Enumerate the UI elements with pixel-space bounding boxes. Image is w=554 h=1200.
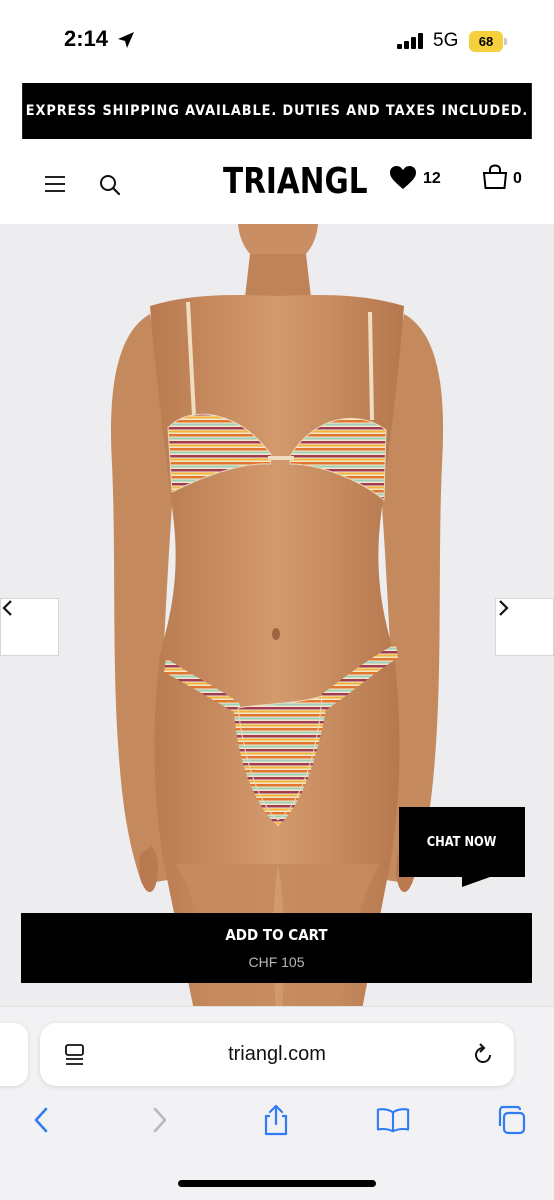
- chat-now-label: CHAT NOW: [427, 834, 497, 850]
- search-icon[interactable]: [98, 173, 122, 197]
- share-icon: [264, 1104, 288, 1136]
- share-button[interactable]: [259, 1103, 293, 1137]
- reload-icon[interactable]: [470, 1042, 496, 1068]
- location-arrow-icon: [118, 32, 134, 48]
- previous-tab[interactable]: [0, 1023, 28, 1086]
- chevron-left-icon: [34, 1107, 48, 1133]
- chevron-right-icon: [499, 600, 509, 616]
- book-icon: [376, 1108, 410, 1133]
- brand-logo[interactable]: TRIANGL: [223, 161, 367, 203]
- status-time: 2:14: [64, 26, 109, 51]
- status-bar: 2:14 5G 68: [0, 0, 554, 83]
- cart-count: 0: [513, 170, 522, 187]
- product-image[interactable]: CHAT NOW ADD TO CART CHF 105: [0, 224, 554, 1020]
- carousel-next-button[interactable]: [495, 598, 554, 656]
- heart-icon[interactable]: [389, 165, 417, 191]
- product-price: CHF 105: [248, 954, 305, 970]
- add-to-cart-label: ADD TO CART: [225, 926, 328, 944]
- battery-level: 68: [469, 31, 503, 52]
- url-text: triangl.com: [228, 1043, 326, 1065]
- battery-icon: 68: [469, 31, 507, 52]
- bag-icon[interactable]: [482, 164, 508, 190]
- cellular-signal-icon: [397, 33, 427, 49]
- site-header: TRIANGL 12 0: [0, 139, 554, 224]
- chat-bubble-tail: [462, 877, 490, 887]
- network-type: 5G: [433, 30, 459, 51]
- model-illustration: [110, 224, 444, 1020]
- tabs-icon: [498, 1105, 526, 1135]
- carousel-prev-button[interactable]: [0, 598, 59, 656]
- bookmarks-button[interactable]: [376, 1103, 410, 1137]
- browser-toolbar: triangl.com: [0, 1006, 554, 1200]
- back-button[interactable]: [24, 1103, 58, 1137]
- chevron-right-icon: [153, 1107, 167, 1133]
- home-indicator[interactable]: [178, 1180, 376, 1187]
- hamburger-icon[interactable]: [45, 176, 65, 192]
- wishlist-count: 12: [423, 170, 441, 187]
- chevron-left-icon: [2, 600, 12, 616]
- chat-now-button[interactable]: CHAT NOW: [399, 807, 525, 877]
- address-bar[interactable]: triangl.com: [40, 1023, 514, 1086]
- forward-button[interactable]: [143, 1103, 177, 1137]
- tabs-button[interactable]: [494, 1103, 528, 1137]
- promo-banner: EXPRESS SHIPPING AVAILABLE. DUTIES AND T…: [22, 83, 532, 139]
- add-to-cart-button[interactable]: ADD TO CART CHF 105: [21, 913, 532, 983]
